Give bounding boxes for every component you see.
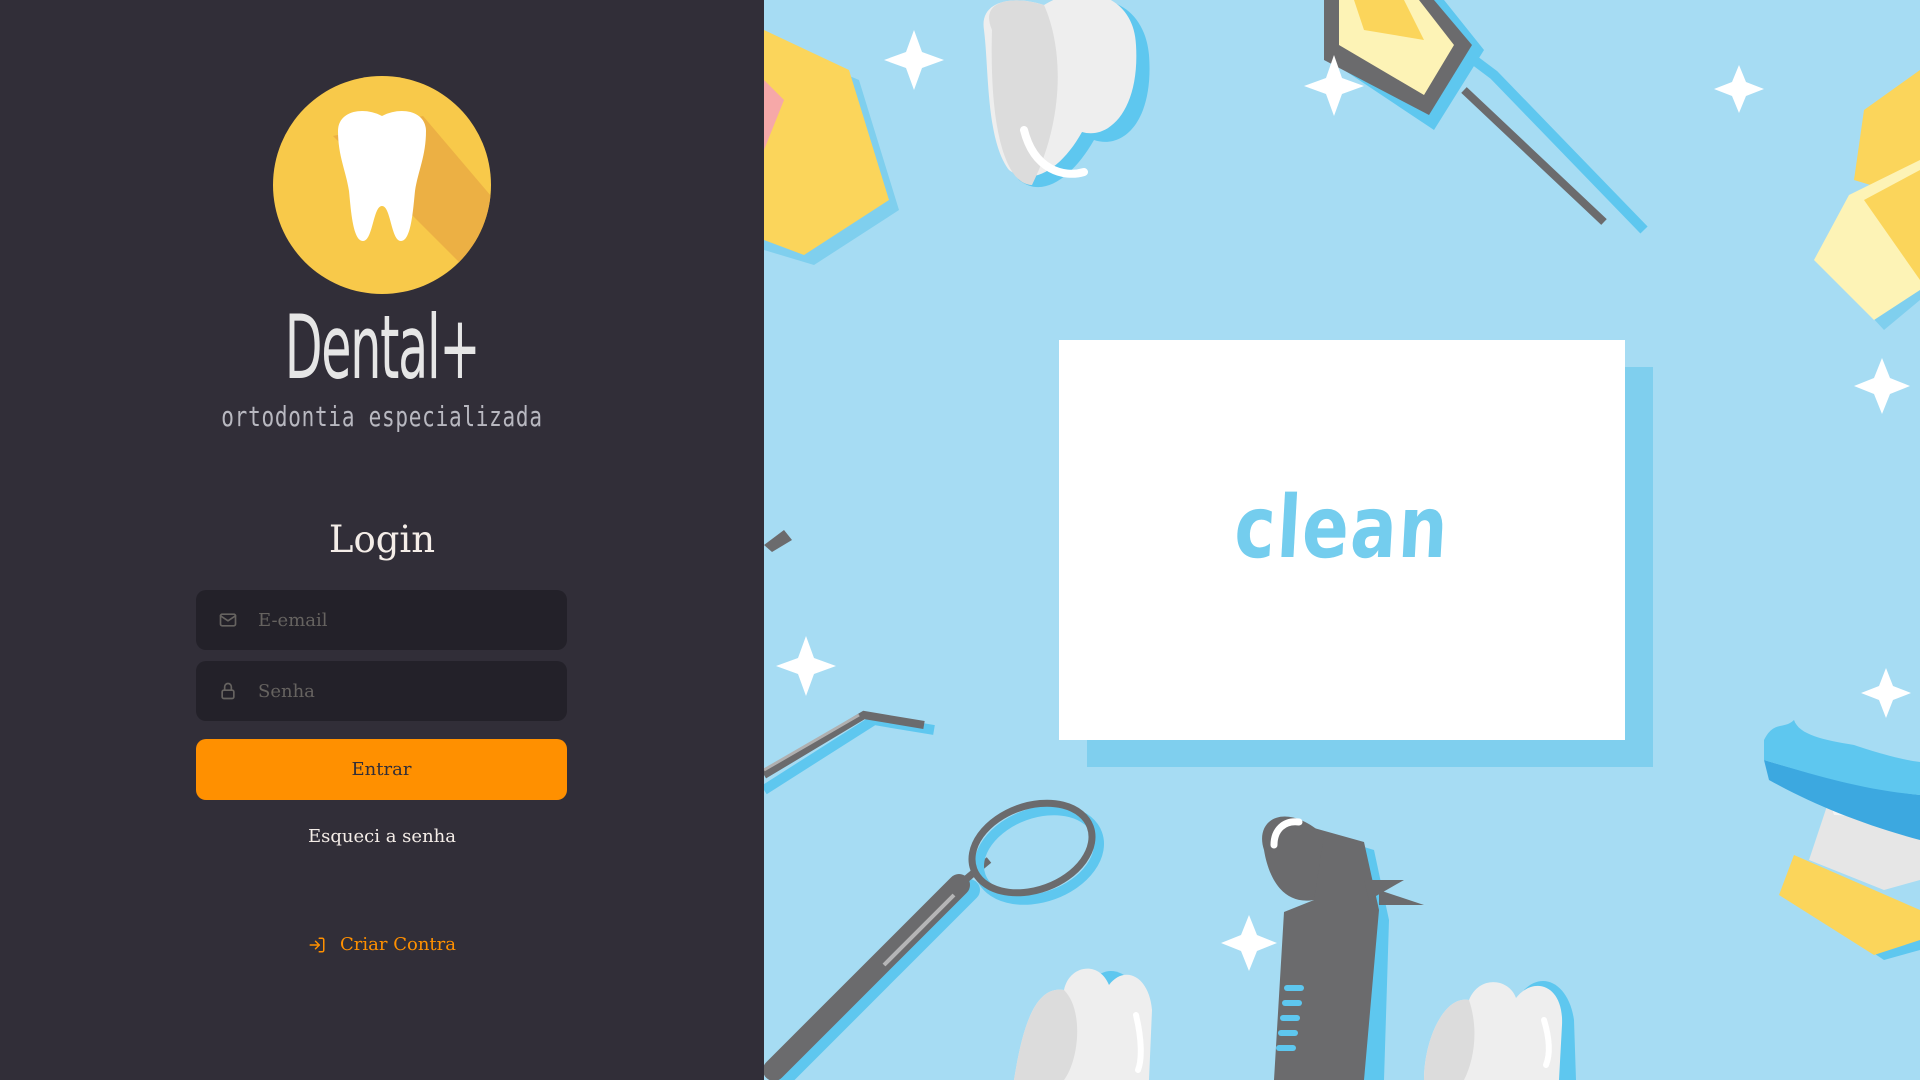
password-field-container [196, 660, 567, 722]
illustration-panel: clean [764, 0, 1920, 1080]
brand-tagline: ortodontia especializada [221, 400, 543, 433]
create-account-link[interactable]: Criar Contra [0, 934, 764, 955]
syringe-illustration [1324, 0, 1648, 234]
tooth-illustration-bottom-left [1014, 968, 1152, 1080]
toothbrush-head-illustration [764, 30, 899, 265]
toothbrush-illustration [1764, 720, 1920, 960]
tooth-illustration-bottom-right [1424, 981, 1576, 1080]
tooth-illustration-top [983, 0, 1150, 188]
login-panel: Dental+ ortodontia especializada Login E… [0, 0, 764, 1080]
password-field[interactable] [256, 660, 567, 722]
email-field[interactable] [256, 589, 567, 651]
forgot-password-link[interactable]: Esqueci a senha [0, 826, 764, 847]
clean-card-word: clean [1231, 478, 1453, 578]
brand-name: Dental+ [284, 296, 481, 399]
sign-in-icon [308, 936, 326, 954]
dental-drill-illustration [1262, 816, 1424, 1080]
email-field-container [196, 589, 567, 651]
mail-icon [216, 608, 240, 632]
cup-illustration [1814, 70, 1920, 330]
clean-card: clean [1059, 340, 1625, 740]
submit-button[interactable]: Entrar [196, 739, 567, 800]
login-title: Login [328, 518, 436, 561]
probe-illustration [764, 530, 935, 795]
lock-icon [216, 679, 240, 703]
tooth-icon [273, 76, 491, 294]
create-account-label: Criar Contra [340, 934, 456, 955]
